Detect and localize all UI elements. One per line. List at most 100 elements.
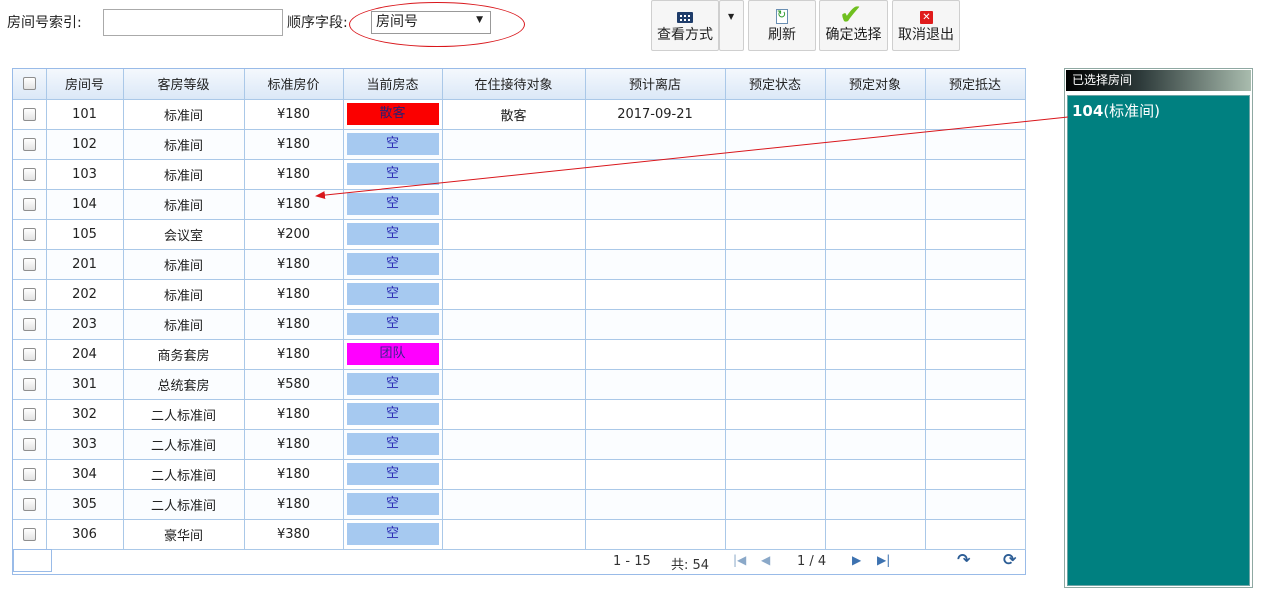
table-row[interactable]: 201 标准间 ¥180 空	[13, 249, 1026, 280]
column-header-res-arrive[interactable]: 预定抵达	[925, 69, 1026, 100]
reservation-status-cell	[725, 279, 826, 310]
column-header-type[interactable]: 客房等级	[123, 69, 245, 100]
table-row[interactable]: 102 标准间 ¥180 空	[13, 129, 1026, 160]
row-checkbox-cell[interactable]	[13, 489, 47, 520]
select-all-checkbox[interactable]	[22, 77, 36, 91]
row-checkbox-cell[interactable]	[13, 339, 47, 370]
reservation-arrival-cell	[925, 459, 1026, 490]
row-checkbox-cell[interactable]	[13, 189, 47, 220]
table-row[interactable]: 304 二人标准间 ¥180 空	[13, 459, 1026, 490]
room-price-cell: ¥180	[244, 399, 344, 430]
reservation-status-cell	[725, 219, 826, 250]
row-checkbox-cell[interactable]	[13, 369, 47, 400]
checkout-cell	[585, 489, 726, 520]
previous-page-icon[interactable]: ◀	[761, 553, 770, 567]
reservation-status-cell	[725, 339, 826, 370]
row-checkbox[interactable]	[22, 227, 36, 241]
row-checkbox[interactable]	[22, 497, 36, 511]
table-row[interactable]: 302 二人标准间 ¥180 空	[13, 399, 1026, 430]
row-checkbox[interactable]	[22, 287, 36, 301]
row-checkbox[interactable]	[22, 437, 36, 451]
row-checkbox[interactable]	[22, 347, 36, 361]
room-type-cell: 标准间	[123, 189, 245, 220]
room-type-cell: 会议室	[123, 219, 245, 250]
table-row[interactable]: 202 标准间 ¥180 空	[13, 279, 1026, 310]
room-type-cell: 标准间	[123, 249, 245, 280]
confirm-selection-button[interactable]: ✔ 确定选择	[819, 0, 888, 51]
selected-room-item[interactable]: 104(标准间)	[1072, 100, 1160, 121]
row-checkbox-cell[interactable]	[13, 279, 47, 310]
next-page-icon[interactable]: ▶	[852, 553, 861, 567]
status-badge: 空	[346, 253, 439, 275]
column-header-status[interactable]: 当前房态	[343, 69, 443, 100]
go-to-page-icon[interactable]: ↷	[957, 550, 970, 569]
row-checkbox[interactable]	[22, 107, 36, 121]
row-checkbox[interactable]	[22, 467, 36, 481]
checkout-cell	[585, 219, 726, 250]
page-number-input[interactable]	[13, 549, 52, 572]
row-checkbox-cell[interactable]	[13, 159, 47, 190]
room-table: 房间号 客房等级 标准房价 当前房态 在住接待对象 预计离店 预定状态 预定对象…	[13, 69, 1026, 550]
row-checkbox[interactable]	[22, 167, 36, 181]
table-row[interactable]: 105 会议室 ¥200 空	[13, 219, 1026, 250]
row-checkbox-cell[interactable]	[13, 399, 47, 430]
room-number-cell: 105	[46, 219, 124, 250]
sort-field-label: 顺序字段:	[287, 15, 348, 31]
room-status-cell: 空	[343, 279, 443, 310]
reservation-status-cell	[725, 459, 826, 490]
row-checkbox[interactable]	[22, 197, 36, 211]
table-row[interactable]: 301 总统套房 ¥580 空	[13, 369, 1026, 400]
reservation-arrival-cell	[925, 129, 1026, 160]
row-checkbox[interactable]	[22, 377, 36, 391]
row-checkbox[interactable]	[22, 527, 36, 541]
checkout-cell	[585, 369, 726, 400]
column-header-price[interactable]: 标准房价	[244, 69, 344, 100]
last-page-icon[interactable]: ▶|	[877, 553, 890, 567]
table-row[interactable]: 203 标准间 ¥180 空	[13, 309, 1026, 340]
row-checkbox-cell[interactable]	[13, 519, 47, 550]
row-checkbox-cell[interactable]	[13, 429, 47, 460]
view-mode-dropdown-button[interactable]: ▼	[719, 0, 744, 51]
row-checkbox[interactable]	[22, 317, 36, 331]
row-checkbox-cell[interactable]	[13, 249, 47, 280]
first-page-icon[interactable]: |◀	[733, 553, 746, 567]
table-row[interactable]: 305 二人标准间 ¥180 空	[13, 489, 1026, 520]
row-checkbox[interactable]	[22, 407, 36, 421]
column-header-res-status[interactable]: 预定状态	[725, 69, 826, 100]
reservation-arrival-cell	[925, 189, 1026, 220]
table-row[interactable]: 104 标准间 ¥180 空	[13, 189, 1026, 220]
view-mode-button[interactable]: 查看方式	[651, 0, 719, 51]
guest-cell	[442, 159, 586, 190]
table-row[interactable]: 303 二人标准间 ¥180 空	[13, 429, 1026, 460]
reservation-target-cell	[825, 279, 926, 310]
column-header-res-target[interactable]: 预定对象	[825, 69, 926, 100]
cancel-exit-button[interactable]: ✕ 取消退出	[892, 0, 960, 51]
column-header-checkout[interactable]: 预计离店	[585, 69, 726, 100]
select-all-cell[interactable]	[13, 69, 47, 100]
row-checkbox-cell[interactable]	[13, 309, 47, 340]
refresh-button[interactable]: 刷新	[748, 0, 816, 51]
table-row[interactable]: 306 豪华间 ¥380 空	[13, 519, 1026, 550]
row-checkbox-cell[interactable]	[13, 459, 47, 490]
row-checkbox[interactable]	[22, 137, 36, 151]
column-header-guest[interactable]: 在住接待对象	[442, 69, 586, 100]
row-checkbox-cell[interactable]	[13, 219, 47, 250]
table-row[interactable]: 103 标准间 ¥180 空	[13, 159, 1026, 190]
status-badge: 空	[346, 163, 439, 185]
selected-rooms-list: 104(标准间)	[1067, 95, 1250, 586]
row-checkbox-cell[interactable]	[13, 129, 47, 160]
column-header-room[interactable]: 房间号	[46, 69, 124, 100]
status-badge: 空	[346, 373, 439, 395]
room-search-input[interactable]	[103, 9, 283, 36]
table-row[interactable]: 204 商务套房 ¥180 团队	[13, 339, 1026, 370]
room-status-cell: 空	[343, 489, 443, 520]
page-range-text: 1 - 15	[613, 554, 651, 569]
room-status-cell: 空	[343, 219, 443, 250]
room-type-cell: 标准间	[123, 129, 245, 160]
guest-cell	[442, 249, 586, 280]
reservation-target-cell	[825, 249, 926, 280]
reload-icon[interactable]: ⟳	[1003, 550, 1016, 569]
table-row[interactable]: 101 标准间 ¥180 散客 散客 2017-09-21	[13, 99, 1026, 130]
row-checkbox-cell[interactable]	[13, 99, 47, 130]
row-checkbox[interactable]	[22, 257, 36, 271]
